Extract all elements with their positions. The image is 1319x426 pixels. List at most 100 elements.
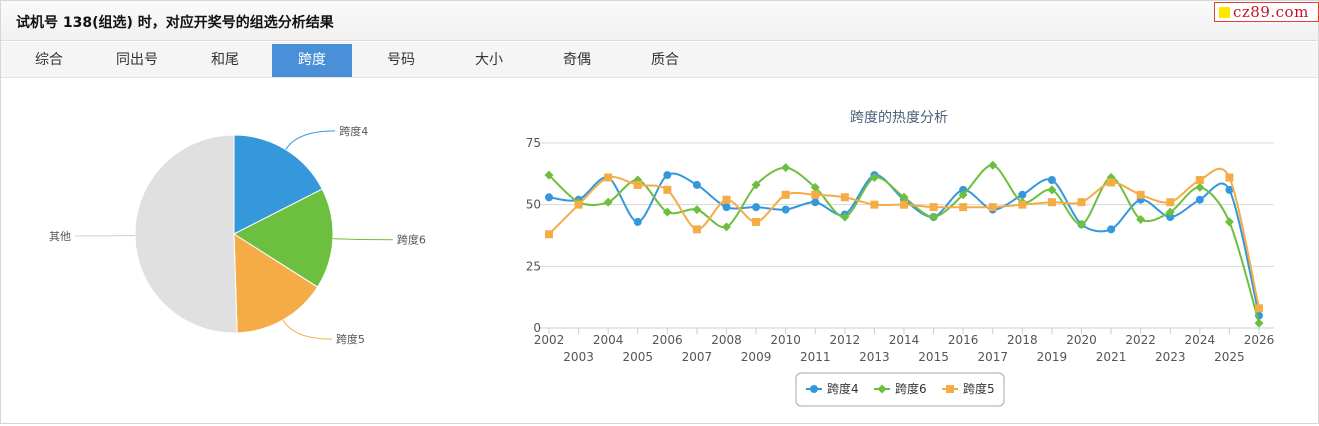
- x-tick-2024: 2024: [1185, 333, 1216, 347]
- point-span4-2002[interactable]: [545, 193, 553, 202]
- point-span6-2015[interactable]: [929, 212, 939, 222]
- point-span4-2019[interactable]: [1047, 176, 1056, 184]
- point-span5-2020[interactable]: [1077, 198, 1086, 207]
- point-span5-2011[interactable]: [811, 190, 820, 199]
- point-span5-2022[interactable]: [1136, 190, 1145, 199]
- legend: 跨度4 跨度6 跨度5: [795, 372, 1005, 407]
- x-tick-2006: 2006: [652, 333, 683, 347]
- pie-label-span4: 跨度4: [339, 124, 368, 138]
- pie-label-other: 其他: [49, 230, 71, 243]
- tab-odd-even[interactable]: 奇偶: [533, 44, 621, 77]
- point-span6-2010[interactable]: [781, 163, 791, 173]
- point-span5-2012[interactable]: [840, 193, 849, 202]
- point-span6-2025[interactable]: [1224, 217, 1234, 227]
- point-span5-2004[interactable]: [604, 173, 613, 182]
- series-span5: [545, 167, 1263, 313]
- x-tick-2026: 2026: [1244, 333, 1275, 347]
- point-span4-2005[interactable]: [633, 217, 642, 226]
- tab-numbers[interactable]: 号码: [357, 44, 445, 77]
- point-span4-2006[interactable]: [663, 171, 672, 180]
- series-line-span6: [548, 164, 1260, 324]
- x-tick-2022: 2022: [1125, 333, 1156, 347]
- point-span4-2009[interactable]: [752, 203, 761, 212]
- point-span5-2008[interactable]: [722, 195, 731, 204]
- point-span4-2008[interactable]: [722, 203, 731, 212]
- point-span5-2015[interactable]: [929, 203, 938, 212]
- point-span5-2010[interactable]: [781, 190, 790, 199]
- point-span5-2021[interactable]: [1107, 178, 1116, 187]
- pie-connector-span5: [282, 319, 332, 340]
- point-span6-2026[interactable]: [1254, 318, 1264, 328]
- tab-overall[interactable]: 综合: [5, 44, 93, 77]
- point-span5-2013[interactable]: [870, 200, 879, 209]
- point-span5-2024[interactable]: [1195, 176, 1204, 184]
- brand-text: cz89.com: [1233, 3, 1309, 21]
- analysis-panel: 试机号 138(组选) 时，对应开奖号的组选分析结果 cz89.com 综合 同…: [0, 0, 1319, 424]
- pie-slice-other[interactable]: [134, 134, 238, 334]
- y-tick-25: 25: [526, 259, 541, 273]
- point-span6-2017[interactable]: [988, 160, 998, 170]
- point-span5-2019[interactable]: [1047, 198, 1056, 207]
- y-tick-75: 75: [526, 136, 541, 150]
- brand-logo[interactable]: cz89.com: [1214, 2, 1319, 22]
- point-span6-2024[interactable]: [1195, 182, 1205, 192]
- x-tick-2015: 2015: [918, 350, 949, 364]
- pie-chart: 跨度4 跨度6 跨度5 其他: [49, 124, 426, 346]
- pie-connector-span4: [285, 130, 336, 150]
- x-tick-2012: 2012: [830, 333, 861, 347]
- point-span5-2007[interactable]: [692, 225, 701, 234]
- tab-same-numbers[interactable]: 同出号: [93, 44, 181, 77]
- x-tick-2002: 2002: [534, 333, 565, 347]
- title-bar: 试机号 138(组选) 时，对应开奖号的组选分析结果: [1, 1, 1318, 41]
- point-span5-2006[interactable]: [663, 185, 672, 194]
- y-tick-50: 50: [526, 198, 541, 212]
- x-tick-2019: 2019: [1037, 350, 1068, 364]
- point-span5-2003[interactable]: [574, 200, 583, 209]
- x-tick-2008: 2008: [711, 333, 742, 347]
- x-tick-2010: 2010: [770, 333, 801, 347]
- point-span5-2005[interactable]: [633, 180, 642, 189]
- series-line-span5: [548, 167, 1260, 309]
- x-tick-2020: 2020: [1066, 333, 1097, 347]
- x-tick-2011: 2011: [800, 350, 831, 364]
- point-span5-2025[interactable]: [1225, 173, 1234, 182]
- tab-big-small[interactable]: 大小: [445, 44, 533, 77]
- point-span5-2016[interactable]: [959, 203, 968, 212]
- point-span4-2011[interactable]: [811, 198, 820, 207]
- legend-marker-span4[interactable]: [810, 385, 818, 393]
- pie-label-span5: 跨度5: [336, 332, 365, 346]
- point-span4-2007[interactable]: [692, 180, 701, 189]
- x-tick-2005: 2005: [622, 350, 653, 364]
- tab-sum-tail[interactable]: 和尾: [181, 44, 269, 77]
- legend-marker-span5[interactable]: [946, 385, 954, 393]
- chart-title: 跨度的热度分析: [850, 110, 948, 126]
- line-chart: 跨度的热度分析025507520022003200420052006200720…: [526, 110, 1275, 407]
- x-tick-2007: 2007: [682, 350, 713, 364]
- point-span5-2009[interactable]: [752, 217, 761, 226]
- x-tick-2014: 2014: [889, 333, 920, 347]
- tab-span[interactable]: 跨度: [272, 44, 352, 77]
- x-tick-2003: 2003: [563, 350, 594, 364]
- pie-connector-span6: [332, 238, 393, 241]
- point-span6-2004[interactable]: [603, 197, 613, 207]
- point-span5-2023[interactable]: [1166, 198, 1175, 207]
- x-tick-2023: 2023: [1155, 350, 1186, 364]
- point-span5-2014[interactable]: [900, 200, 908, 209]
- point-span6-2007[interactable]: [692, 205, 702, 215]
- tab-prime-composite[interactable]: 质合: [621, 44, 709, 77]
- point-span4-2018[interactable]: [1018, 190, 1027, 199]
- x-tick-2004: 2004: [593, 333, 624, 347]
- x-tick-2009: 2009: [741, 350, 772, 364]
- point-span5-2017[interactable]: [988, 203, 997, 212]
- x-tick-2025: 2025: [1214, 350, 1245, 364]
- point-span5-2026[interactable]: [1255, 304, 1263, 313]
- point-span4-2021[interactable]: [1107, 225, 1116, 234]
- point-span4-2010[interactable]: [781, 205, 790, 214]
- point-span5-2002[interactable]: [545, 230, 553, 239]
- point-span4-2024[interactable]: [1195, 195, 1204, 204]
- legend-label-span4: 跨度4: [827, 381, 859, 396]
- legend-label-span5: 跨度5: [963, 381, 995, 396]
- legend-label-span6: 跨度6: [895, 381, 927, 396]
- point-span5-2018[interactable]: [1018, 200, 1027, 209]
- page-title: 试机号 138(组选) 时，对应开奖号的组选分析结果: [16, 15, 334, 31]
